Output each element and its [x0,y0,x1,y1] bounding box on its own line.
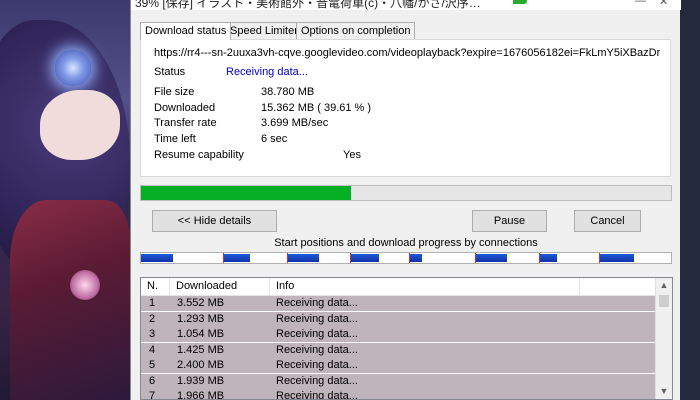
connection-start-marker [350,253,352,263]
title-bar[interactable]: 39% [保存] イラスト・美術館外・音電荷車(c)・八幡/かさ/沢序… — ✕ [131,0,681,10]
row-downloaded: 1.054 MB [177,328,225,340]
glow-ornament [70,270,100,300]
connections-list[interactable]: N. Downloaded Info 1 3.552 MB Receiving da… [140,277,673,400]
row-number: 4 [149,343,156,356]
connection-progress-segment [474,254,507,262]
scroll-up-arrow-icon[interactable]: ▲ [656,278,672,293]
hide-details-button[interactable]: << Hide details [152,210,277,232]
connection-progress-segment [408,254,422,262]
row-info: Receiving data... [276,374,358,387]
connection-start-marker [286,253,288,263]
transfer-rate-value: 3.699 MB/sec [261,117,329,129]
character-face [40,90,120,160]
row-downloaded: 1.293 MB [177,312,225,325]
row-downloaded: 1.939 MB [177,374,225,387]
scroll-down-arrow-icon[interactable]: ▼ [656,384,672,399]
connections-label: Start positions and download progress by… [274,237,538,249]
resume-capability-label: Resume capability [154,149,244,161]
connection-progress-segment [141,254,173,262]
row-info: Receiving data... [276,359,358,371]
row-downloaded: 1.425 MB [177,343,225,356]
flower-ornament [55,50,91,86]
tab-speed-limiter[interactable]: Speed Limiter [225,22,303,39]
time-left-label: Time left [154,133,196,145]
table-row[interactable]: 3 1.054 MB Receiving data... [141,327,656,342]
column-header-info[interactable]: Info [270,278,580,296]
window-title: 39% [保存] イラスト・美術館外・音電荷車(c)・八幡/かさ/沢序… [135,0,481,10]
minimize-icon[interactable]: — [635,0,646,7]
connection-start-marker [599,253,601,263]
column-header-number[interactable]: N. [141,278,170,296]
status-label: Status [154,66,186,78]
download-url: https://rr4---sn-2uuxa3vh-cqve.googlevid… [154,47,660,59]
row-downloaded: 1.966 MB [177,390,225,400]
table-row[interactable]: 4 1.425 MB Receiving data... [141,342,656,358]
transfer-rate-label: Transfer rate [154,117,217,129]
connections-progress-bar [140,252,672,264]
row-downloaded: 2.400 MB [177,359,225,371]
row-info: Receiving data... [276,312,358,325]
column-header-downloaded[interactable]: Downloaded [170,278,270,296]
row-info: Receiving data... [276,297,358,309]
connection-progress-segment [538,254,558,262]
connection-progress-segment [599,254,634,262]
downloaded-label: Downloaded [154,102,216,114]
vertical-scrollbar[interactable]: ▲ ▼ [655,278,672,399]
desktop-background-art [0,0,130,400]
file-size-label: File size [154,86,195,98]
row-number: 6 [149,374,156,387]
connection-start-marker [223,253,225,263]
table-row[interactable]: 2 1.293 MB Receiving data... [141,311,656,327]
row-info: Receiving data... [276,343,358,356]
list-header: N. Downloaded Info [141,278,656,296]
connection-start-marker [474,253,476,263]
row-info: Receiving data... [276,390,358,400]
file-size-value: 38.780 MB [261,86,315,98]
row-number: 7 [149,390,156,400]
download-arrow-icon [513,0,527,4]
row-number: 1 [149,297,156,309]
table-row[interactable]: 6 1.939 MB Receiving data... [141,373,656,389]
status-value: Receiving data... [226,66,308,78]
desktop-background-right [680,0,700,400]
tab-download-status[interactable]: Download status [140,22,232,40]
download-progress-dialog: 39% [保存] イラスト・美術館外・音電荷車(c)・八幡/かさ/沢序… — ✕… [130,0,681,400]
download-progress-bar [140,185,672,201]
table-row[interactable]: 1 3.552 MB Receiving data... [141,296,656,311]
connection-progress-segment [286,254,319,262]
row-number: 3 [149,328,156,340]
row-number: 5 [149,359,156,371]
pause-button[interactable]: Pause [472,210,547,232]
time-left-value: 6 sec [261,133,288,145]
resume-capability-value: Yes [343,149,361,161]
connection-start-marker [538,253,540,263]
download-status-panel: https://rr4---sn-2uuxa3vh-cqve.googlevid… [140,39,671,177]
close-icon[interactable]: ✕ [659,0,668,8]
row-number: 2 [149,312,156,325]
connection-progress-segment [350,254,380,262]
connection-progress-segment [223,254,250,262]
row-downloaded: 3.552 MB [177,297,225,309]
connection-start-marker [408,253,410,263]
tab-options-on-completion[interactable]: Options on completion [296,22,416,39]
table-row[interactable]: 5 2.400 MB Receiving data... [141,358,656,373]
downloaded-value: 15.362 MB ( 39.61 % ) [261,102,372,114]
table-row[interactable]: 7 1.966 MB Receiving data... [141,389,656,400]
row-info: Receiving data... [276,328,358,340]
progress-fill [141,186,351,200]
cancel-button[interactable]: Cancel [574,210,641,232]
character-garment [10,200,130,400]
scroll-thumb[interactable] [659,295,669,307]
